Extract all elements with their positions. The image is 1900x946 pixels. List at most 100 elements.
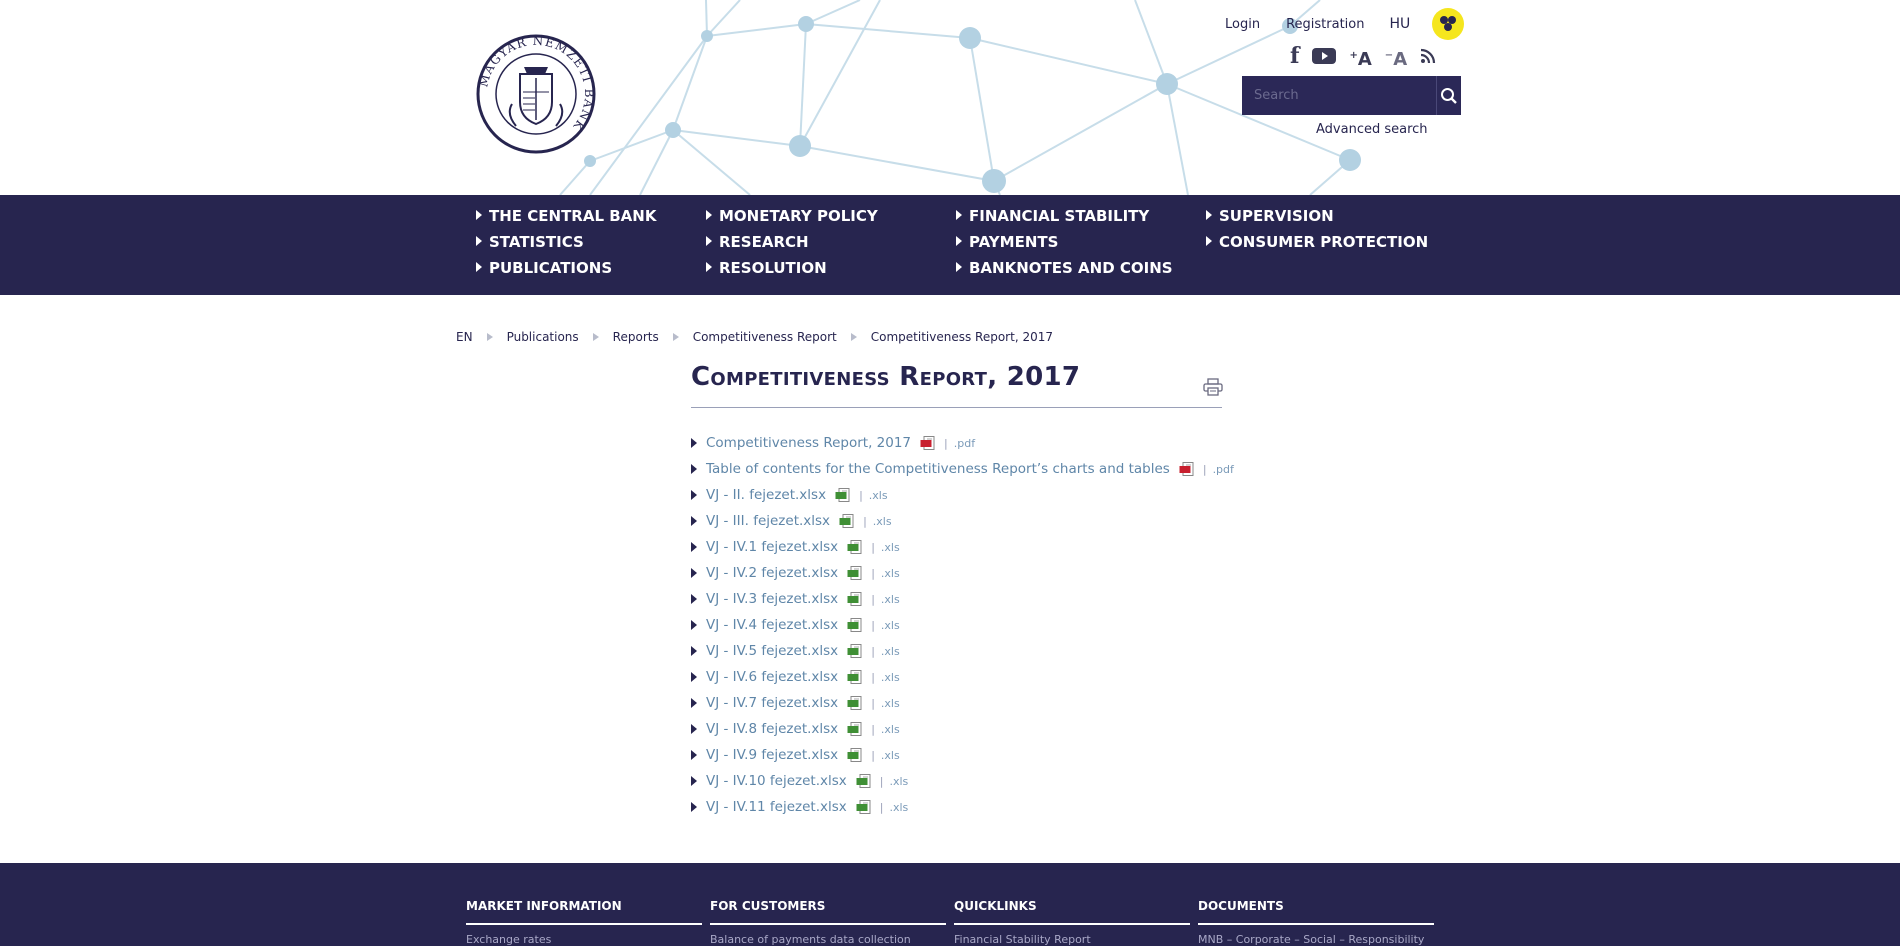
separator: | [871,722,875,736]
rss-icon[interactable] [1420,44,1436,68]
breadcrumb-separator-icon [592,333,599,341]
file-item: VJ - IV.3 fejezet.xlsx | .xls [691,586,1234,612]
facebook-icon[interactable]: f [1290,44,1299,68]
separator: | [944,436,948,450]
login-link[interactable]: Login [1225,17,1260,32]
search-box [1242,76,1461,115]
breadcrumb-separator-icon [672,333,679,341]
file-link[interactable]: Table of contents for the Competitivenes… [706,461,1170,477]
file-item: VJ - III. fejezet.xlsx | .xls [691,508,1234,534]
file-extension[interactable]: .xls [881,697,900,710]
footer-column-for-customers: FOR CUSTOMERS Balance of payments data c… [710,899,946,946]
nav-financial-stability[interactable]: FINANCIAL STABILITY [956,207,1149,225]
main-navigation: THE CENTRAL BANK MONETARY POLICY FINANCI… [0,195,1900,295]
nav-the-central-bank[interactable]: THE CENTRAL BANK [476,207,656,225]
excel-file-icon [856,800,872,814]
excel-file-icon [847,540,863,554]
file-extension[interactable]: .xls [881,541,900,554]
file-link[interactable]: VJ - IV.9 fejezet.xlsx [706,747,838,763]
file-item: VJ - IV.4 fejezet.xlsx | .xls [691,612,1234,638]
footer-link[interactable]: MNB – Corporate – Social – Responsibilit… [1198,933,1434,946]
advanced-search-link[interactable]: Advanced search [1316,122,1428,137]
nav-statistics[interactable]: STATISTICS [476,233,584,251]
separator: | [871,644,875,658]
separator: | [871,748,875,762]
file-item: VJ - IV.6 fejezet.xlsx | .xls [691,664,1234,690]
nav-supervision[interactable]: SUPERVISION [1206,207,1334,225]
file-link[interactable]: Competitiveness Report, 2017 [706,435,911,451]
file-extension[interactable]: .xls [881,619,900,632]
file-link[interactable]: VJ - II. fejezet.xlsx [706,487,826,503]
youtube-icon[interactable] [1312,44,1337,68]
file-extension[interactable]: .xls [881,671,900,684]
footer-link[interactable]: Balance of payments data collection [710,933,946,946]
file-link[interactable]: VJ - IV.11 fejezet.xlsx [706,799,847,815]
file-extension[interactable]: .xls [881,645,900,658]
separator: | [871,592,875,606]
separator: | [863,514,867,528]
nav-research[interactable]: RESEARCH [706,233,809,251]
breadcrumb-item[interactable]: Competitiveness Report [693,330,837,344]
nav-publications[interactable]: PUBLICATIONS [476,259,612,277]
breadcrumb-item[interactable]: EN [456,330,473,344]
file-link[interactable]: VJ - IV.8 fejezet.xlsx [706,721,838,737]
excel-file-icon [847,722,863,736]
file-extension[interactable]: .xls [881,749,900,762]
mnb-logo[interactable]: MAGYAR NEMZETI BANK [476,34,596,154]
footer-link[interactable]: Financial Stability Report [954,933,1190,946]
print-icon[interactable] [1203,378,1223,396]
search-icon [1441,87,1457,104]
file-extension[interactable]: .xls [873,515,892,528]
footer-heading[interactable]: FOR CUSTOMERS [710,899,946,925]
file-extension[interactable]: .xls [889,775,908,788]
file-link[interactable]: VJ - IV.1 fejezet.xlsx [706,539,838,555]
low-vision-icon[interactable] [1432,8,1465,40]
file-item: VJ - IV.5 fejezet.xlsx | .xls [691,638,1234,664]
nav-resolution[interactable]: RESOLUTION [706,259,827,277]
excel-file-icon [835,488,851,502]
file-item: VJ - IV.7 fejezet.xlsx | .xls [691,690,1234,716]
footer-heading[interactable]: MARKET INFORMATION [466,899,702,925]
file-link[interactable]: VJ - IV.4 fejezet.xlsx [706,617,838,633]
language-switch[interactable]: HU [1389,16,1410,32]
file-extension[interactable]: .xls [869,489,888,502]
font-decrease-icon[interactable]: −A [1385,44,1407,70]
file-extension[interactable]: .pdf [954,437,975,450]
file-extension[interactable]: .xls [881,567,900,580]
file-link[interactable]: VJ - IV.6 fejezet.xlsx [706,669,838,685]
nav-consumer-protection[interactable]: CONSUMER PROTECTION [1206,233,1428,251]
excel-file-icon [856,774,872,788]
nav-monetary-policy[interactable]: MONETARY POLICY [706,207,878,225]
registration-link[interactable]: Registration [1286,17,1364,32]
file-item: VJ - IV.2 fejezet.xlsx | .xls [691,560,1234,586]
excel-file-icon [847,644,863,658]
breadcrumb-item[interactable]: Publications [507,330,579,344]
nav-payments[interactable]: PAYMENTS [956,233,1058,251]
search-button[interactable] [1436,76,1461,115]
file-item: Table of contents for the Competitivenes… [691,456,1234,482]
file-extension[interactable]: .xls [881,723,900,736]
excel-file-icon [847,618,863,632]
file-link[interactable]: VJ - IV.5 fejezet.xlsx [706,643,838,659]
site-header: MAGYAR NEMZETI BANK Login Registration H… [0,0,1900,195]
file-link[interactable]: VJ - III. fejezet.xlsx [706,513,830,529]
nav-banknotes-and-coins[interactable]: BANKNOTES AND COINS [956,259,1173,277]
file-extension[interactable]: .xls [889,801,908,814]
separator: | [1202,462,1207,476]
separator: | [871,566,875,580]
search-input[interactable] [1242,76,1436,115]
file-extension[interactable]: .xls [881,593,900,606]
file-link[interactable]: VJ - IV.2 fejezet.xlsx [706,565,838,581]
file-extension[interactable]: .pdf [1213,463,1234,476]
file-link[interactable]: VJ - IV.10 fejezet.xlsx [706,773,847,789]
footer-link[interactable]: Exchange rates [466,933,702,946]
file-link[interactable]: VJ - IV.3 fejezet.xlsx [706,591,838,607]
footer-heading[interactable]: QUICKLINKS [954,899,1190,925]
footer-heading[interactable]: DOCUMENTS [1198,899,1434,925]
breadcrumb-separator-icon [850,333,857,341]
file-link[interactable]: VJ - IV.7 fejezet.xlsx [706,695,838,711]
excel-file-icon [847,696,863,710]
font-increase-icon[interactable]: +A [1349,44,1371,70]
excel-file-icon [847,592,863,606]
breadcrumb-item[interactable]: Reports [613,330,659,344]
